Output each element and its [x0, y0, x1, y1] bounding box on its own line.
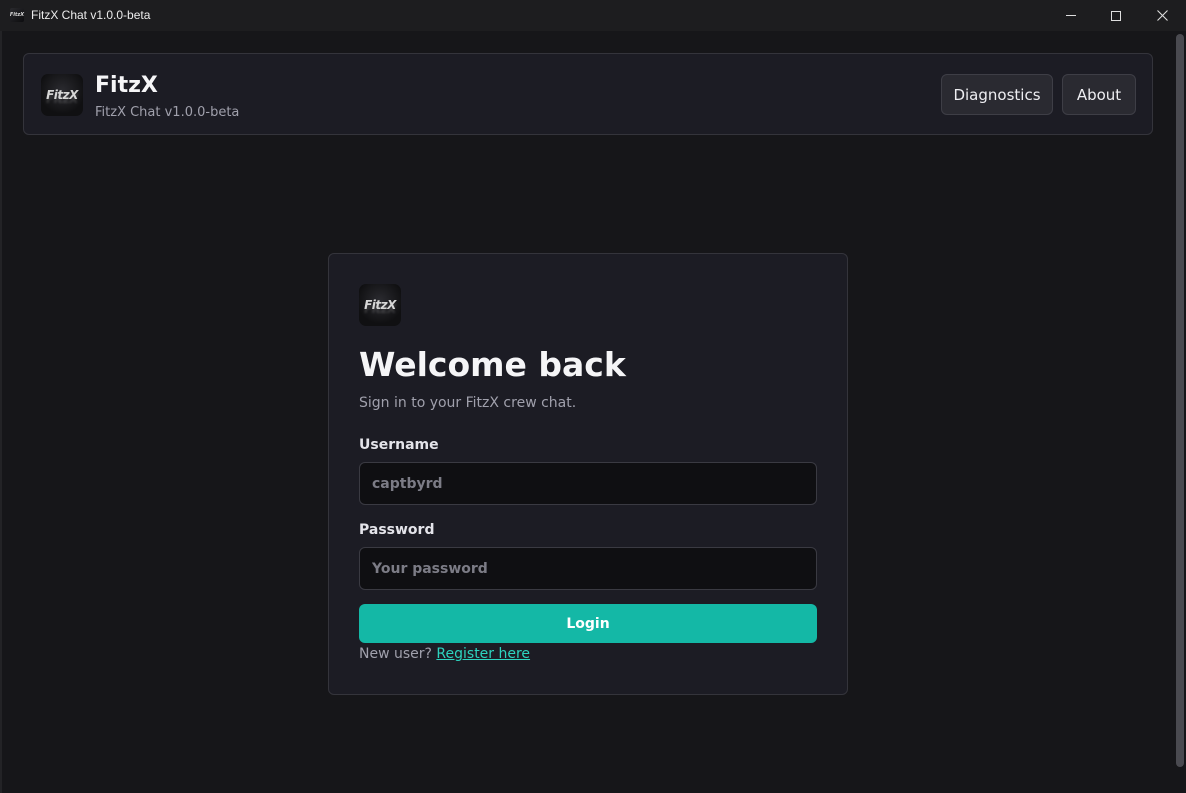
brand-name: FitzX: [95, 73, 158, 98]
username-input[interactable]: [359, 462, 817, 505]
scrollbar-thumb[interactable]: [1176, 34, 1184, 767]
new-user-text: New user?: [359, 646, 437, 662]
window-left-edge: [0, 31, 2, 793]
window-titlebar: FitzX FitzX Chat v1.0.0-beta: [0, 0, 1186, 31]
login-card: FitzX Welcome back Sign in to your FitzX…: [328, 253, 848, 695]
minimize-button[interactable]: [1048, 0, 1094, 31]
app-icon: FitzX: [10, 8, 24, 22]
close-button[interactable]: [1139, 0, 1185, 31]
fitzx-logo: FitzX: [359, 284, 401, 326]
close-icon: [1156, 10, 1168, 21]
password-label: Password: [359, 522, 435, 538]
page-title: Welcome back: [359, 345, 626, 384]
maximize-icon: [1111, 10, 1121, 21]
app-icon-text: FitzX: [9, 12, 25, 18]
fitzx-logo: FitzX: [41, 74, 83, 116]
maximize-button[interactable]: [1093, 0, 1139, 31]
register-link[interactable]: Register here: [436, 646, 530, 662]
window-title: FitzX Chat v1.0.0-beta: [31, 8, 151, 22]
brand-version: FitzX Chat v1.0.0-beta: [95, 105, 240, 120]
username-label: Username: [359, 437, 439, 453]
login-button[interactable]: Login: [359, 604, 817, 643]
password-input[interactable]: [359, 547, 817, 590]
app-header: FitzX FitzX FitzX Chat v1.0.0-beta Diagn…: [23, 53, 1153, 135]
minimize-icon: [1066, 15, 1076, 16]
about-button[interactable]: About: [1062, 74, 1136, 115]
login-subtitle: Sign in to your FitzX crew chat.: [359, 395, 577, 411]
logo-text: FitzX: [46, 88, 78, 102]
logo-text: FitzX: [364, 298, 396, 312]
register-prompt: New user? Register here: [359, 646, 530, 662]
diagnostics-button[interactable]: Diagnostics: [941, 74, 1053, 115]
